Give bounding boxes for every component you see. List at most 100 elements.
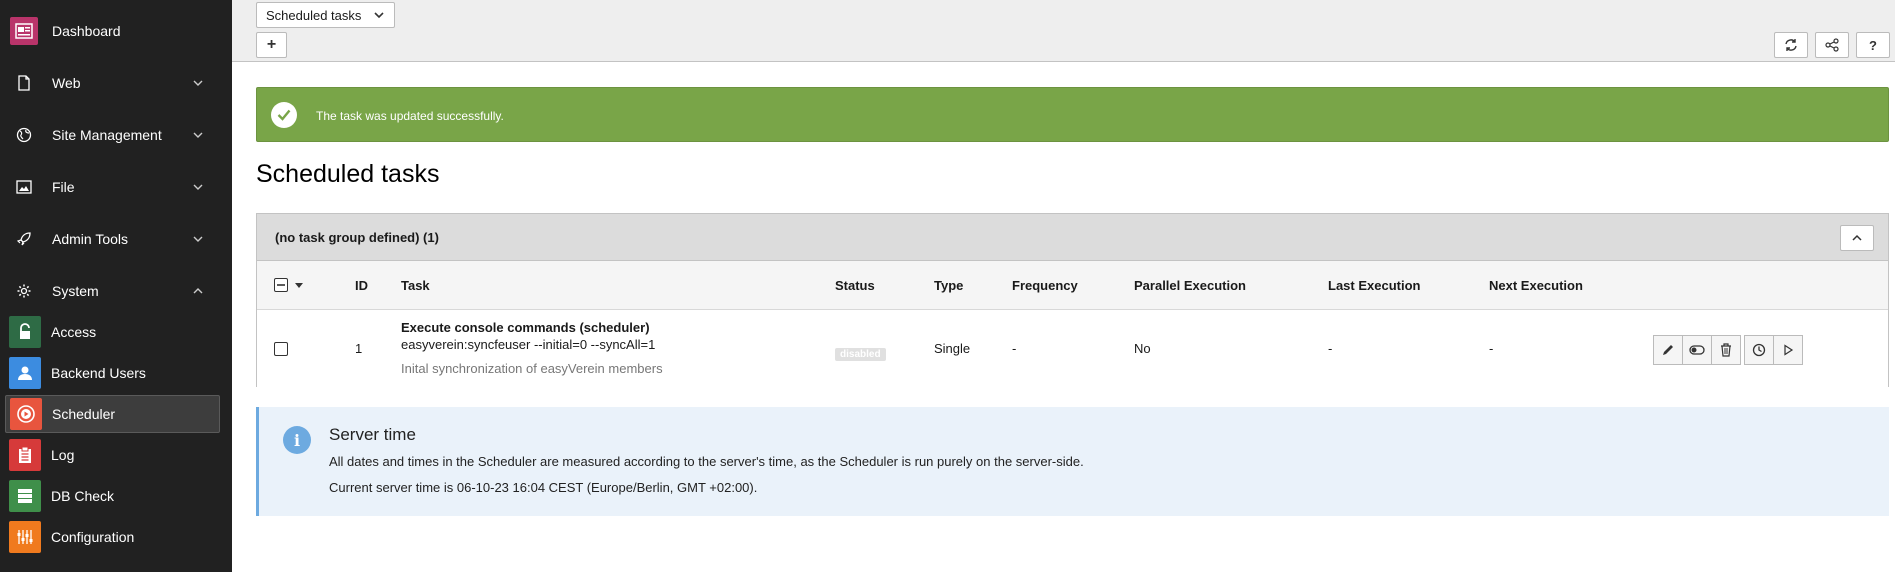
- success-alert: The task was updated successfully.: [256, 87, 1889, 142]
- callout-text: All dates and times in the Scheduler are…: [329, 454, 1084, 469]
- col-next-execution: Next Execution: [1489, 278, 1583, 293]
- sidebar-item-backend-users[interactable]: Backend Users: [5, 354, 220, 392]
- schedule-next-button[interactable]: [1744, 335, 1774, 365]
- page-icon: [10, 69, 38, 97]
- pencil-icon: [1663, 345, 1673, 355]
- chevron-up-icon: [1852, 234, 1862, 241]
- add-label: +: [266, 36, 277, 53]
- status-badge: disabled: [835, 348, 886, 361]
- page-title: Scheduled tasks: [256, 160, 440, 188]
- sidebar-item-label: Web: [52, 75, 81, 91]
- col-frequency: Frequency: [1012, 278, 1078, 293]
- edit-button[interactable]: [1653, 335, 1683, 365]
- alert-message: The task was updated successfully.: [316, 109, 504, 123]
- chevron-down-icon: [193, 132, 203, 138]
- row-actions: [1653, 335, 1803, 365]
- task-command: easyverein:syncfeuser --initial=0 --sync…: [401, 337, 656, 352]
- module-menu-label: Scheduled tasks: [266, 7, 362, 23]
- unlock-icon: [9, 316, 41, 348]
- toggle-icon: [1689, 345, 1705, 355]
- sidebar-item-web[interactable]: Web: [0, 63, 232, 103]
- task-group-panel: (no task group defined) (1) ID Task Stat…: [256, 213, 1889, 387]
- chevron-down-icon: [193, 184, 203, 190]
- table-header: ID Task Status Type Frequency Parallel E…: [257, 261, 1888, 310]
- chevron-up-icon: [193, 288, 203, 294]
- scheduler-icon: [10, 398, 42, 430]
- task-parallel: No: [1134, 341, 1151, 356]
- sidebar-item-db-check[interactable]: DB Check: [5, 477, 220, 515]
- col-task: Task: [401, 278, 430, 293]
- sidebar-item-scheduler[interactable]: Scheduler: [5, 395, 220, 433]
- task-group-title: (no task group defined) (1): [275, 230, 439, 245]
- share-icon: [1825, 38, 1839, 52]
- clock-icon: [1752, 343, 1766, 357]
- table-row: 1 Execute console commands (scheduler) e…: [257, 310, 1888, 387]
- sidebar-item-label: DB Check: [51, 488, 115, 504]
- sidebar-item-label: Site Management: [52, 127, 162, 143]
- task-name[interactable]: Execute console commands (scheduler): [401, 320, 650, 335]
- sidebar-item-configuration[interactable]: Configuration: [5, 518, 220, 556]
- sidebar-item-label: Log: [51, 447, 75, 463]
- sidebar-item-label: Admin Tools: [52, 231, 129, 247]
- panel-header: (no task group defined) (1): [257, 214, 1888, 261]
- server-time-callout: i Server time All dates and times in the…: [256, 407, 1889, 516]
- module-menu-select[interactable]: Scheduled tasks: [256, 2, 395, 28]
- play-icon: [1784, 344, 1794, 356]
- callout-title: Server time: [329, 425, 416, 444]
- sidebar-item-label: Scheduler: [52, 406, 116, 422]
- sidebar-item-dashboard[interactable]: Dashboard: [0, 11, 232, 51]
- sidebar-item-label: Backend Users: [51, 365, 146, 381]
- task-last-execution: -: [1328, 341, 1333, 356]
- help-label: ?: [1869, 37, 1877, 53]
- check-icon: [271, 102, 297, 128]
- sidebar-item-file[interactable]: File: [0, 167, 232, 207]
- sidebar-item-system[interactable]: System: [0, 271, 232, 311]
- chevron-down-icon: [193, 80, 203, 86]
- help-button[interactable]: ?: [1856, 32, 1890, 58]
- collapse-button[interactable]: [1840, 225, 1874, 251]
- delete-button[interactable]: [1711, 335, 1741, 365]
- database-icon: [9, 480, 41, 512]
- chevron-down-icon: [374, 12, 384, 19]
- add-task-button[interactable]: +: [256, 32, 287, 58]
- task-description: Inital synchronization of easyVerein mem…: [401, 361, 663, 376]
- task-id: 1: [355, 341, 363, 356]
- col-id: ID: [355, 278, 368, 293]
- globe-icon: [10, 121, 38, 149]
- trash-icon: [1721, 343, 1731, 357]
- docheader: Scheduled tasks + ?: [232, 0, 1895, 62]
- image-icon: [10, 173, 38, 201]
- sidebar-item-label: Dashboard: [52, 23, 121, 39]
- rocket-icon: [10, 225, 38, 253]
- sidebar-item-log[interactable]: Log: [5, 436, 220, 474]
- clipboard-icon: [9, 439, 41, 471]
- col-status: Status: [835, 278, 875, 293]
- sidebar-item-site-management[interactable]: Site Management: [0, 115, 232, 155]
- toggle-enable-button[interactable]: [1682, 335, 1712, 365]
- sidebar-item-label: System: [52, 283, 99, 299]
- col-parallel: Parallel Execution: [1134, 278, 1246, 293]
- task-frequency: -: [1012, 341, 1017, 356]
- col-type: Type: [934, 278, 964, 293]
- sidebar-item-access[interactable]: Access: [5, 313, 220, 351]
- task-type: Single: [934, 341, 971, 356]
- sidebar-item-label: File: [52, 179, 75, 195]
- gear-icon: [10, 277, 38, 305]
- chevron-down-icon: [193, 236, 203, 242]
- select-all-checkbox[interactable]: [274, 278, 288, 292]
- sidebar-item-label: Configuration: [51, 529, 135, 545]
- share-button[interactable]: [1815, 32, 1849, 58]
- reload-button[interactable]: [1774, 32, 1808, 58]
- sidebar-item-label: Access: [51, 324, 97, 340]
- sidebar: Dashboard Web Site Management File Admin…: [0, 0, 232, 572]
- sliders-icon: [9, 521, 41, 553]
- col-last-execution: Last Execution: [1328, 278, 1421, 293]
- sidebar-item-admin-tools[interactable]: Admin Tools: [0, 219, 232, 259]
- run-task-button[interactable]: [1773, 335, 1803, 365]
- refresh-icon: [1785, 39, 1797, 51]
- task-next-execution: -: [1489, 341, 1494, 356]
- caret-down-icon[interactable]: [295, 283, 303, 289]
- server-time-text: Current server time is 06-10-23 16:04 CE…: [329, 480, 758, 495]
- info-icon: i: [283, 426, 311, 454]
- row-checkbox[interactable]: [274, 342, 288, 356]
